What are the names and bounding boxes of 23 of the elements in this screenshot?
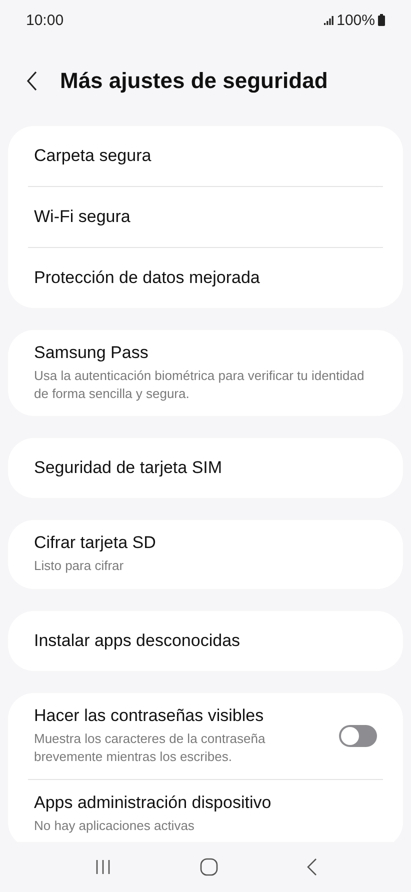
setting-title[interactable]: Cifrar tarjeta SD: [34, 533, 377, 554]
setting-title[interactable]: Samsung Pass: [34, 343, 377, 363]
setting-title[interactable]: Protección de datos mejorada: [34, 268, 377, 288]
battery-icon: [378, 14, 385, 26]
setting-title[interactable]: Seguridad de tarjeta SIM: [34, 458, 377, 478]
setting-description: No hay aplicaciones activas: [34, 816, 196, 835]
setting-title[interactable]: Hacer las contraseñas visibles: [34, 706, 319, 726]
battery-percent: 100%: [336, 12, 375, 28]
setting-title[interactable]: Apps administración dispositivo: [34, 792, 377, 813]
status-time: 10:00: [26, 12, 64, 28]
page-title: Más ajustes de seguridad: [60, 68, 328, 94]
setting-description: Usa la autenticación biométrica para verificar tu identidad de forma sencilla y segura.: [34, 367, 366, 404]
setting-description: Listo para cifrar: [34, 557, 125, 576]
setting-description: Muestra los caracteres de la contraseña brevemente mientras los escribes.: [34, 730, 266, 766]
setting-title[interactable]: Wi-Fi segura: [34, 207, 377, 227]
back-icon[interactable]: [306, 858, 316, 876]
back-icon[interactable]: [26, 71, 38, 91]
setting-title[interactable]: Instalar apps desconocidas: [34, 630, 377, 651]
home-icon[interactable]: [200, 858, 218, 876]
recent-apps-icon[interactable]: [94, 859, 110, 875]
signal-icon: [324, 16, 334, 24]
setting-title[interactable]: Carpeta segura: [34, 146, 377, 166]
toggle-switch[interactable]: [339, 724, 377, 747]
